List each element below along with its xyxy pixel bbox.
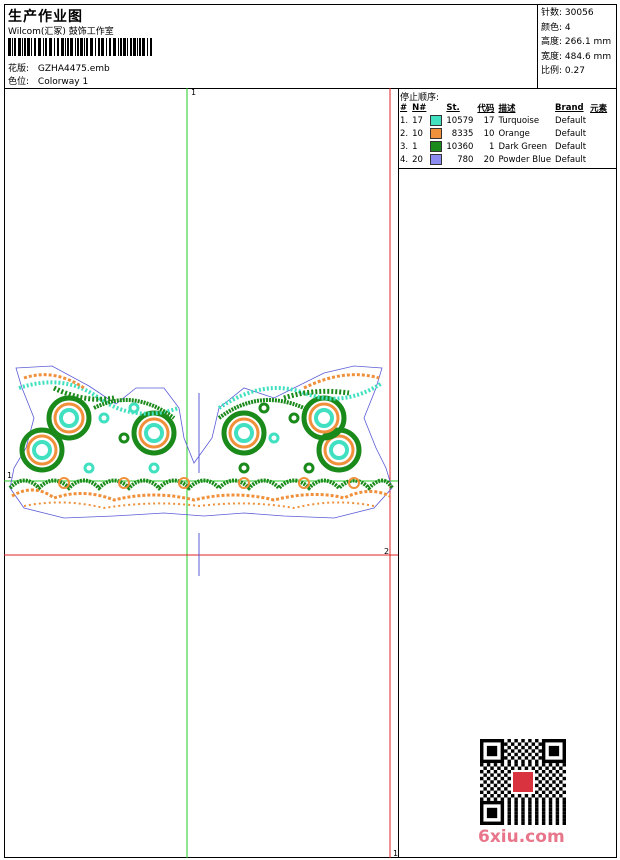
design-file-line: 花版: GZHA4475.emb xyxy=(8,61,110,74)
table-row: 1. 17 10579 17 Turquoise Default xyxy=(398,114,609,127)
row-code: 20 xyxy=(483,154,495,165)
color-swatch xyxy=(430,141,443,152)
qr-code xyxy=(480,739,566,825)
col-code: 代码 xyxy=(477,104,495,114)
page-title: 生产作业图 xyxy=(8,9,83,25)
header-stats-divider xyxy=(537,4,538,88)
colorway-line: 色位: Colorway 1 xyxy=(8,74,88,87)
watermark-logo: 6xiu.com xyxy=(478,827,565,847)
row-code: 17 xyxy=(483,115,495,126)
stat-scale: 比例: 0.27 xyxy=(541,66,585,76)
frame-label: 2 xyxy=(384,547,389,556)
row-brand: Default xyxy=(555,154,587,165)
sidebar-divider xyxy=(398,88,399,858)
row-stitches: 10579 xyxy=(446,115,474,126)
row-brand: Default xyxy=(555,128,587,139)
stat-stitches: 针数: 30056 xyxy=(541,8,594,18)
row-description: Powder Blue xyxy=(498,154,552,165)
col-element: 元素 xyxy=(590,104,608,114)
row-needle: 10 xyxy=(412,128,423,139)
row-code: 1 xyxy=(489,141,495,152)
col-needle: N# xyxy=(412,103,427,113)
embroidery-motifs xyxy=(8,373,394,510)
row-stitches: 10360 xyxy=(446,141,474,152)
row-brand: Default xyxy=(555,115,587,126)
design-file-label: 花版: xyxy=(8,64,30,74)
table-row: 4. 20 780 20 Powder Blue Default xyxy=(398,153,609,166)
col-index: # xyxy=(400,103,408,113)
stop-sequence-table: # N# St. 代码 描述 Brand 元素 1. 17 10579 17 Turqu… xyxy=(398,102,609,166)
design-file-value: GZHA4475.emb xyxy=(37,64,110,74)
embroidery-preview: 1 1 2 1 xyxy=(4,88,398,858)
row-index: 1. xyxy=(400,115,409,126)
row-needle: 1 xyxy=(412,141,418,152)
row-index: 3. xyxy=(400,141,409,152)
table-row: 2. 10 8335 10 Orange Default xyxy=(398,127,609,140)
barcode xyxy=(8,38,152,56)
row-needle: 17 xyxy=(412,115,423,126)
row-needle: 20 xyxy=(412,154,423,165)
row-stitches: 8335 xyxy=(451,128,474,139)
sequence-table-divider xyxy=(398,168,617,169)
colorway-label: 色位: xyxy=(8,77,30,87)
row-code: 10 xyxy=(483,128,495,139)
row-description: Orange xyxy=(498,128,530,139)
stats-panel: 针数: 30056 颜色: 4 高度: 266.1 mm 宽度: 484.6 m… xyxy=(541,6,611,79)
row-index: 4. xyxy=(400,154,409,165)
row-brand: Default xyxy=(555,141,587,152)
col-brand: Brand xyxy=(555,103,584,113)
row-index: 2. xyxy=(400,128,409,139)
stat-colors: 颜色: 4 xyxy=(541,22,571,33)
color-swatch xyxy=(430,128,443,139)
company-name: Wilcom(汇冢) 鼓饰工作室 xyxy=(8,27,114,37)
h-guide-label: 1 xyxy=(7,471,12,480)
v-guide-label: 1 xyxy=(191,88,196,97)
color-swatch xyxy=(430,115,443,126)
colorway-value: Colorway 1 xyxy=(37,77,89,87)
row-description: Dark Green xyxy=(498,141,548,152)
table-header: # N# St. 代码 描述 Brand 元素 xyxy=(398,102,609,114)
col-description: 描述 xyxy=(498,104,516,114)
col-stitches: St. xyxy=(446,103,460,113)
color-swatch xyxy=(430,154,443,165)
row-stitches: 780 xyxy=(457,154,474,165)
stat-height: 高度: 266.1 mm xyxy=(541,37,612,47)
row-description: Turquoise xyxy=(498,115,540,126)
stat-width: 宽度: 484.6 mm xyxy=(541,51,612,62)
table-row: 3. 1 10360 1 Dark Green Default xyxy=(398,140,609,153)
